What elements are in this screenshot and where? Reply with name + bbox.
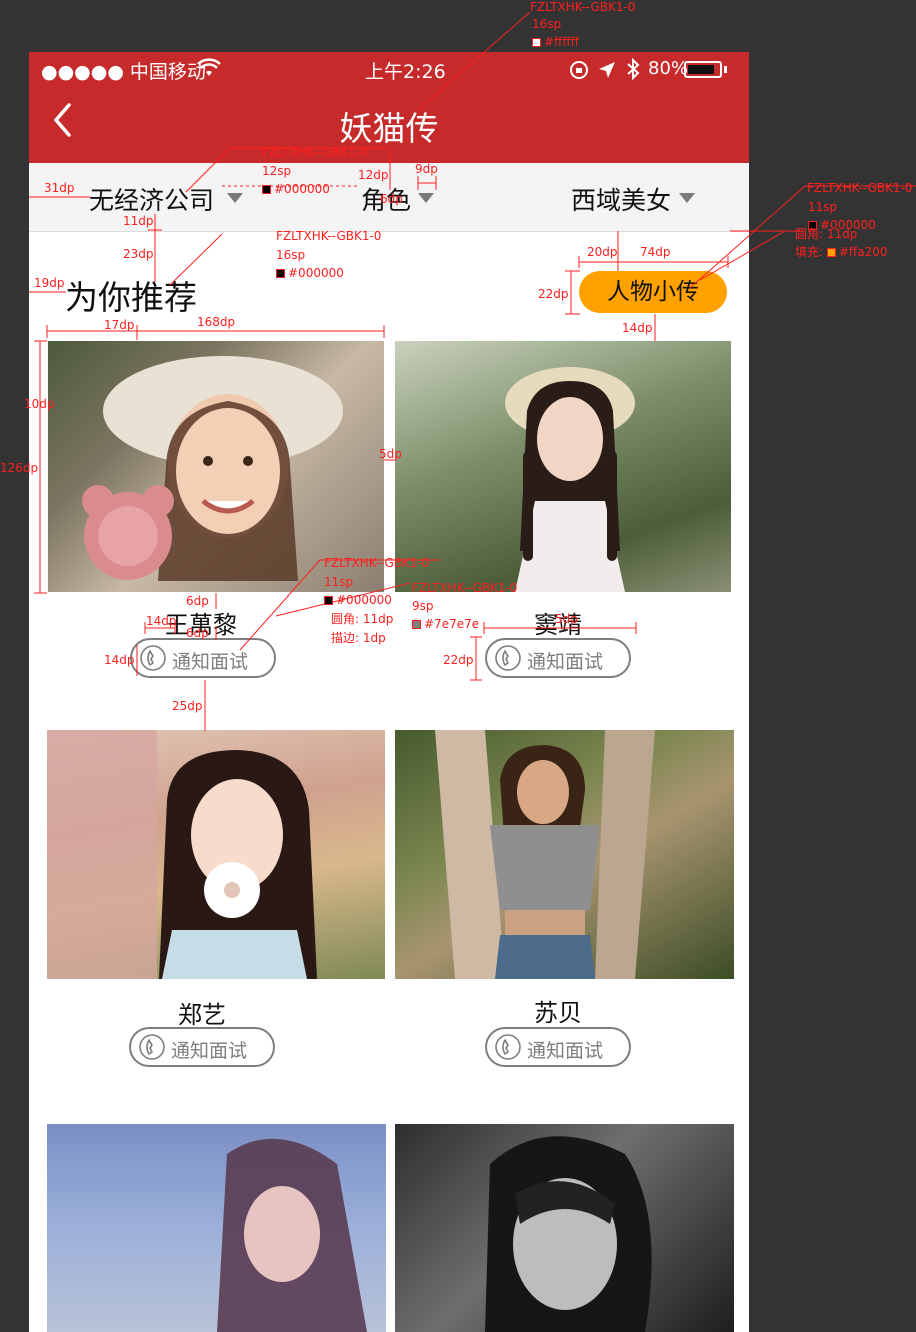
dim-label: 5dp [379,447,402,461]
font-name: FZLTXHK--GBK1-0 [530,0,636,14]
btn-color-spec: #7e7e7e [412,617,479,631]
title-size-spec: 16sp [532,17,562,31]
dim-label: 10dp [24,397,55,411]
dim-label: 17dp [104,318,135,332]
dim-label: 14dp [104,653,135,667]
color-value: #000000 [274,182,330,196]
dim-label: 126dp [0,461,39,475]
dim-label: 12dp [358,168,389,182]
dim-label: 14dp [146,614,177,628]
dim-label: 6dp [186,626,209,640]
cta-fill-spec: 填充: #ffa200 [795,245,887,259]
filter-size-spec: 12sp [262,164,292,178]
name-color-spec: #000000 [324,593,392,607]
fill-color: #ffa200 [838,245,888,259]
dim-label: 22dp [538,287,569,301]
dim-label: 19dp [34,276,65,290]
color-value: #ffffff [544,35,579,49]
dim-label: 9dp [415,162,438,176]
dim-label: 20dp [587,245,618,259]
section-font-spec: FZLTXHK--GBK1-0 [276,229,382,243]
section-color-spec: #000000 [276,266,344,280]
section-size-spec: 16sp [276,248,306,262]
dim-label: 11dp [123,214,154,228]
name-font-spec: FZLTXHK--GBK1-0 [324,556,430,570]
name-size-spec: 11sp [324,575,354,589]
dim-label: 31dp [44,181,75,195]
dim-label: 25dp [172,699,203,713]
filter-color-spec: #000000 [262,182,330,196]
dim-label: 6dp [186,594,209,608]
cta-font-spec: FZLTXHK--GBK1-0 [807,181,913,195]
dim-label: 14dp [622,321,653,335]
btn-size-spec: 9sp [412,599,434,613]
dim-label: 74dp [640,245,671,259]
filter-font-spec: FZLTXHK--GBK1-0 [262,145,368,159]
title-font-spec: FZLTXHK--GBK1-0 [530,0,635,14]
color-value: #000000 [336,593,392,607]
fill-label: 填充: [795,245,824,259]
dim-label: 168dp [197,315,236,329]
btn-stroke-spec: 描边: 1dp [331,631,386,645]
color-value: #000000 [288,266,344,280]
dim-label: 5dp [555,612,578,626]
cta-radius-spec: 圆角: 11dp [795,227,858,241]
cta-size-spec: 11sp [808,200,838,214]
color-value: #7e7e7e [424,617,480,631]
btn-radius-spec: 圆角: 11dp [331,612,394,626]
dim-label: 22dp [443,653,474,667]
dim-label: 23dp [123,247,154,261]
dim-label: 6dp [380,192,403,206]
title-color-spec: #ffffff [532,35,579,49]
btn-font-spec: FZLTXHK--GBK1-0 [412,581,518,595]
